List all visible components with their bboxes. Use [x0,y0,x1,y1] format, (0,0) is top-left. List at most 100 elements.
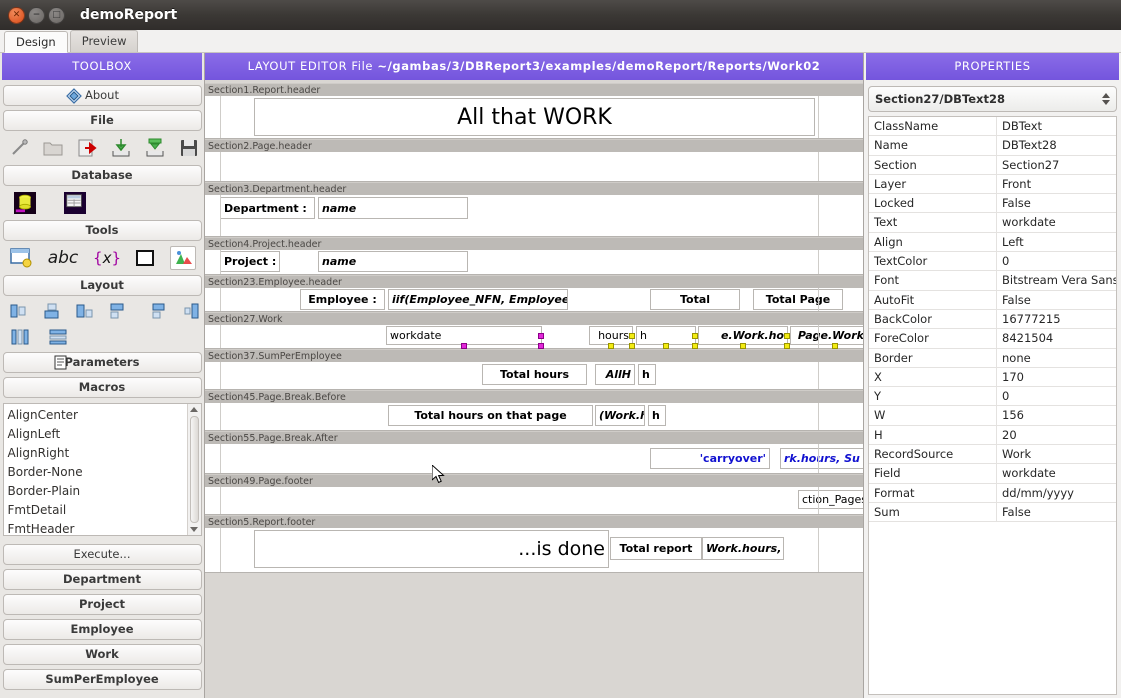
section-body[interactable]: 'carryover' rk.hours, Su [205,444,863,474]
align-bottom-icon[interactable] [149,300,169,322]
selection-handle[interactable] [832,343,838,349]
property-value[interactable]: 0 [997,387,1116,405]
expression-icon[interactable]: {x} [93,247,121,269]
section-body[interactable]: workdatehourshe.Work.hoPage.Work.h [205,325,863,349]
selection-handle[interactable] [740,343,746,349]
section-body[interactable]: ction_Pages [205,487,863,515]
property-value[interactable]: Left [997,233,1116,251]
work-button[interactable]: Work [2,644,202,665]
tools-group-button[interactable]: Tools [2,220,202,241]
layout-group-button[interactable]: Layout [2,275,202,296]
property-row[interactable]: Field workdate [869,464,1116,484]
execute-button[interactable]: Execute... [2,544,202,565]
report-field[interactable]: Total report [610,537,702,560]
database-icon[interactable] [14,192,36,214]
property-value[interactable]: False [997,291,1116,309]
report-field[interactable]: Total [650,289,740,310]
property-row[interactable]: FontBitstream Vera Sans,8 [869,271,1116,291]
property-value[interactable]: Bitstream Vera Sans,8 [997,271,1116,289]
property-value[interactable]: Front [997,175,1116,193]
close-button[interactable]: ✕ [8,6,25,24]
property-row[interactable]: Sum False [869,502,1116,523]
report-field[interactable]: Department : [220,197,315,219]
align-center-icon[interactable] [42,300,62,322]
property-row[interactable]: Y0 [869,387,1116,407]
spinner-icon[interactable] [1102,93,1110,105]
report-field[interactable]: iif(Employee_NFN, Employee_NFN,'unk [388,289,568,310]
property-row[interactable]: AutoFit False [869,290,1116,310]
report-field[interactable]: AllH [595,364,635,385]
property-value[interactable]: Work [997,445,1116,463]
section-body[interactable]: All that WORK [205,96,863,139]
property-value[interactable]: 156 [997,406,1116,424]
property-row[interactable]: Text workdate [869,213,1116,233]
selection-handle[interactable] [629,343,635,349]
list-item[interactable]: Border-None [8,463,187,482]
save-icon[interactable] [178,137,200,159]
selection-handle[interactable] [629,333,635,339]
spinner-down-icon[interactable] [1102,100,1110,105]
report-field[interactable]: name [318,251,468,272]
tab-preview[interactable]: Preview [69,30,139,52]
report-field[interactable]: Total hours [482,364,587,385]
open-file-icon[interactable] [76,137,98,159]
scroll-up-icon[interactable] [190,407,198,412]
report-field[interactable]: Project : [220,251,280,272]
property-value[interactable]: workdate [997,464,1116,482]
export-icon[interactable] [144,137,166,159]
distribute-vertical-icon[interactable] [47,326,69,348]
macro-list[interactable]: AlignCenter AlignLeft AlignRight Border-… [2,403,202,536]
scroll-down-icon[interactable] [190,527,198,532]
align-middle-icon[interactable] [182,300,202,322]
report-field[interactable]: Employee : [300,289,385,310]
report-field[interactable]: h [638,364,656,385]
tab-design[interactable]: Design [4,31,68,53]
property-value[interactable]: none [997,349,1116,367]
property-value[interactable]: DBText [997,117,1116,135]
report-field[interactable]: Page.Work.h [790,326,863,345]
property-row[interactable]: Layer Front [869,174,1116,195]
property-row[interactable]: Name DBText28 [869,136,1116,156]
selection-handle[interactable] [663,343,669,349]
property-row[interactable]: Format dd/mm/yyyy [869,483,1116,503]
property-value[interactable]: 20 [997,426,1116,444]
selection-handle[interactable] [538,343,544,349]
property-row[interactable]: H 20 [869,425,1116,446]
property-row[interactable]: Border none [869,348,1116,368]
box-shape-icon[interactable] [134,247,156,269]
property-value[interactable]: Section27 [997,156,1116,174]
report-field[interactable]: h [648,405,666,426]
align-right-icon[interactable] [75,300,95,322]
align-left-icon[interactable] [9,300,29,322]
section-body[interactable] [205,152,863,182]
report-field[interactable]: ction_Pages [798,490,863,509]
list-item[interactable]: FmtHeader [8,520,187,535]
object-selector[interactable]: Section27/DBText28 [868,86,1117,112]
property-value[interactable]: 16777215 [997,310,1116,328]
property-row[interactable]: TextColor 0 [869,252,1116,272]
property-value[interactable]: DBText28 [997,136,1116,154]
section-body[interactable]: ...is done Total report Work.hours, [205,528,863,573]
new-section-icon[interactable] [10,247,32,269]
section-body[interactable]: Total hours AllH h [205,362,863,390]
layout-editor-canvas[interactable]: Section1.Report.header All that WORK Secti… [205,83,863,698]
selection-handle[interactable] [608,343,614,349]
align-top-icon[interactable] [108,300,128,322]
property-value[interactable]: 170 [997,368,1116,386]
section-body[interactable]: Total hours on that page(Work.hoh [205,403,863,431]
department-button[interactable]: Department [2,569,202,590]
folder-icon[interactable] [42,137,64,159]
report-field[interactable]: (Work.ho [595,405,645,426]
image-icon[interactable] [170,246,196,270]
property-row[interactable]: RecordSource Work [869,445,1116,465]
about-button[interactable]: About [2,85,202,106]
list-item[interactable]: AlignRight [8,444,187,463]
section-body[interactable]: Department : name [205,195,863,237]
minimize-button[interactable]: − [28,6,45,24]
import-icon[interactable] [110,137,132,159]
report-field[interactable]: rk.hours, Su [780,448,863,469]
macros-button[interactable]: Macros [2,377,202,398]
list-item[interactable]: AlignLeft [8,425,187,444]
macro-list-scrollbar[interactable] [186,404,201,535]
property-row[interactable]: ForeColor 8421504 [869,329,1116,349]
